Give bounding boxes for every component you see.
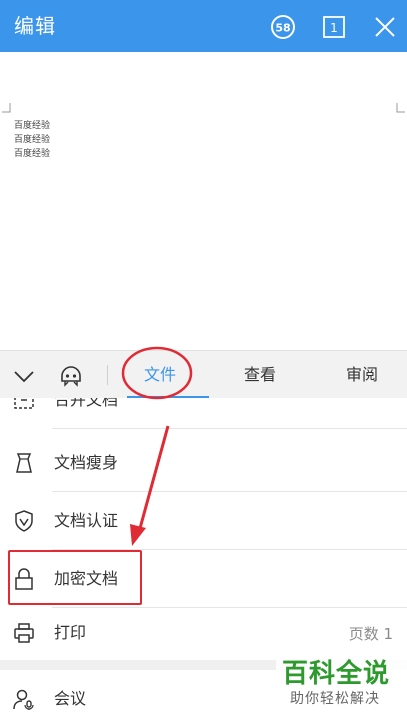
- menu-item-label: 打印: [54, 623, 87, 642]
- menu-item-label: 合并文档: [54, 398, 119, 409]
- top-bar: 编辑 58 1: [0, 0, 407, 52]
- divider: [52, 428, 407, 429]
- printer-icon: [12, 621, 36, 645]
- meeting-icon: [12, 687, 36, 711]
- menu-item-label: 文档瘦身: [54, 453, 119, 472]
- tab-review[interactable]: 审阅: [346, 365, 378, 385]
- page-count-icon[interactable]: 1: [321, 14, 347, 40]
- slim-icon: [12, 451, 36, 475]
- menu-item-label: 文档认证: [54, 511, 119, 530]
- menu-item-merge[interactable]: 合并文档: [0, 398, 407, 429]
- smiley-badge-icon[interactable]: 58: [270, 14, 296, 40]
- close-icon[interactable]: [372, 14, 398, 40]
- document-text-line: 百度经验: [14, 121, 51, 131]
- toolbar-tabs: 文件 查看 审阅: [0, 350, 407, 399]
- tab-view[interactable]: 查看: [244, 365, 276, 385]
- shield-check-icon: [12, 509, 36, 533]
- page-title: 编辑: [14, 14, 56, 38]
- document-canvas[interactable]: 百度经验 百度经验 百度经验: [0, 52, 407, 350]
- page-count-number: 1: [330, 21, 338, 35]
- page-margin-marks: [2, 103, 405, 113]
- menu-item-slim[interactable]: 文档瘦身: [0, 434, 407, 492]
- menu-item-certify[interactable]: 文档认证: [0, 492, 407, 550]
- page-count-text: 页数 1: [348, 625, 393, 643]
- robot-assistant-icon[interactable]: [58, 363, 84, 389]
- menu-item-print[interactable]: 打印 页数 1: [0, 604, 407, 662]
- annotation-arrow: [130, 425, 170, 546]
- watermark-sub-text: 助你轻松解决: [290, 691, 380, 707]
- tab-divider: [107, 365, 108, 385]
- app-window: 编辑 58 1 百度经验 百度经验 百度经验 文件 查看 审阅 合并文档 文档瘦…: [0, 0, 407, 717]
- badge-number: 58: [275, 22, 290, 35]
- document-text-line: 百度经验: [14, 149, 51, 159]
- annotation-ellipse: [121, 346, 193, 400]
- merge-icon: [12, 398, 36, 412]
- document-text-line: 百度经验: [14, 135, 51, 145]
- annotation-highlight-box: [8, 550, 142, 605]
- menu-item-label: 会议: [54, 689, 87, 708]
- watermark-logo: 百科全说 助你轻松解决: [276, 656, 407, 717]
- chevron-down-icon[interactable]: [12, 365, 36, 387]
- watermark-main-text: 百科全说: [282, 659, 391, 689]
